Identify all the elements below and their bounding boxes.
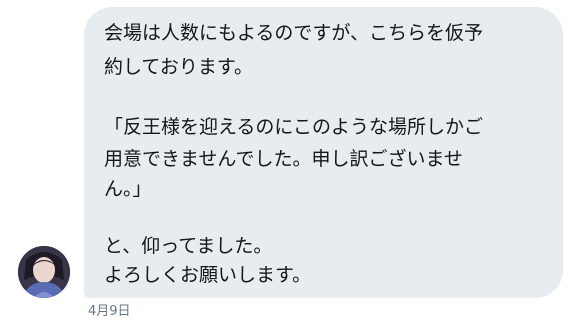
message-line: ん。」	[104, 178, 152, 200]
avatar-image	[18, 246, 70, 298]
user-avatar[interactable]	[18, 246, 70, 298]
message-bubble[interactable]: 会場は人数にもよるのですが、こちらを仮予 約しております。 「反王様を迎えるのに…	[84, 7, 563, 298]
message-line: 「反王様を迎えるのにこのような場所しかご	[104, 116, 484, 138]
message-line: よろしくお願いします。	[104, 264, 312, 286]
dm-conversation: 会場は人数にもよるのですが、こちらを仮予 約しております。 「反王様を迎えるのに…	[0, 0, 575, 329]
message-line: 用意できませんでした。申し訳ございませ	[104, 148, 463, 170]
message-line: と、仰ってました。	[104, 235, 273, 257]
message-line: 会場は人数にもよるのですが、こちらを仮予	[104, 22, 484, 44]
message-timestamp: 4月9日	[88, 304, 131, 319]
message-line: 約しております。	[104, 56, 253, 78]
